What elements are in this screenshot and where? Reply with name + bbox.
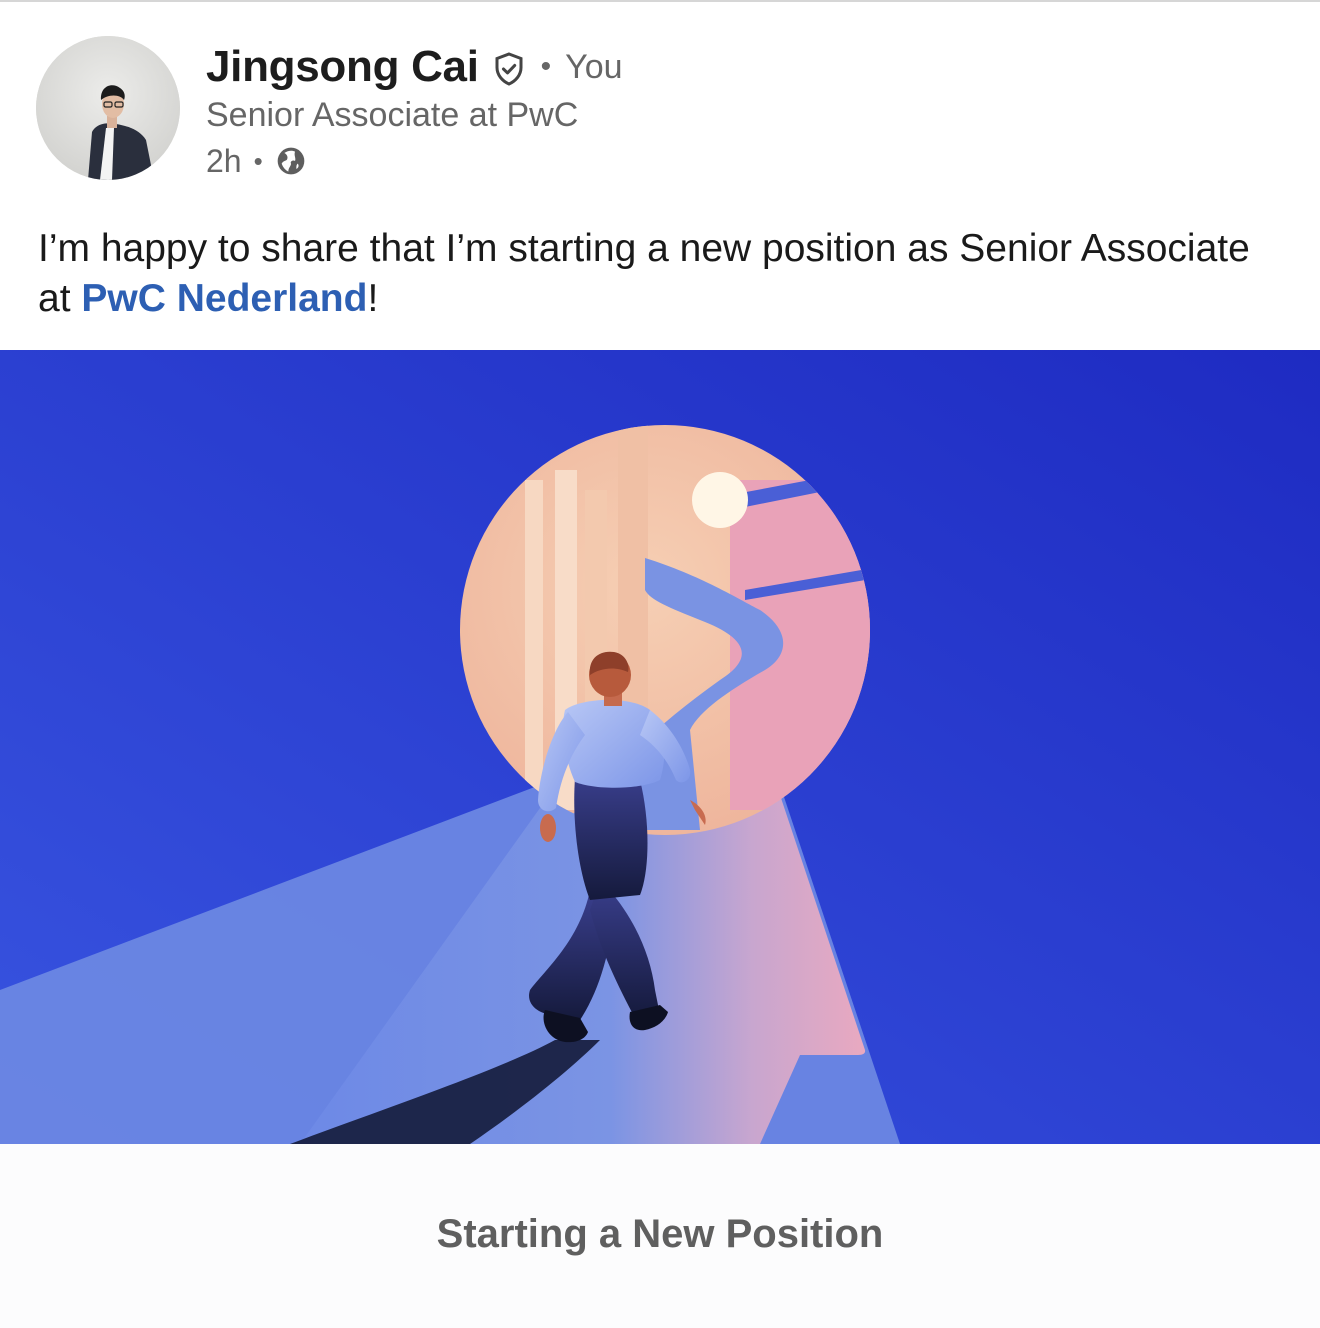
image-caption-bar[interactable]: Starting a New Position: [0, 1144, 1320, 1328]
verified-shield-icon: [495, 52, 523, 86]
avatar-photo: [36, 36, 180, 180]
author-name-row: Jingsong Cai • You: [206, 42, 623, 92]
avatar[interactable]: [36, 36, 180, 180]
post-body: I’m happy to share that I’m starting a n…: [38, 224, 1278, 324]
post-image[interactable]: [0, 350, 1320, 1144]
image-caption: Starting a New Position: [436, 1211, 884, 1256]
author-meta: Jingsong Cai • You Senior Associate at P…: [206, 36, 623, 184]
globe-icon[interactable]: [275, 145, 307, 177]
author-headline: Senior Associate at PwC: [206, 96, 579, 134]
relation-label: You: [565, 47, 623, 86]
post-timestamp: 2h: [206, 142, 242, 179]
separator-dot: •: [253, 145, 263, 176]
separator-dot: •: [540, 50, 552, 83]
author-name[interactable]: Jingsong Cai: [206, 42, 479, 92]
post-time-row: 2h •: [206, 140, 623, 182]
feed-post: Jingsong Cai • You Senior Associate at P…: [0, 0, 1320, 1328]
post-text-end: !: [367, 277, 379, 320]
keyhole-illustration: [0, 350, 1320, 1144]
post-header: Jingsong Cai • You Senior Associate at P…: [36, 36, 623, 184]
company-mention-link[interactable]: PwC Nederland: [81, 277, 367, 320]
